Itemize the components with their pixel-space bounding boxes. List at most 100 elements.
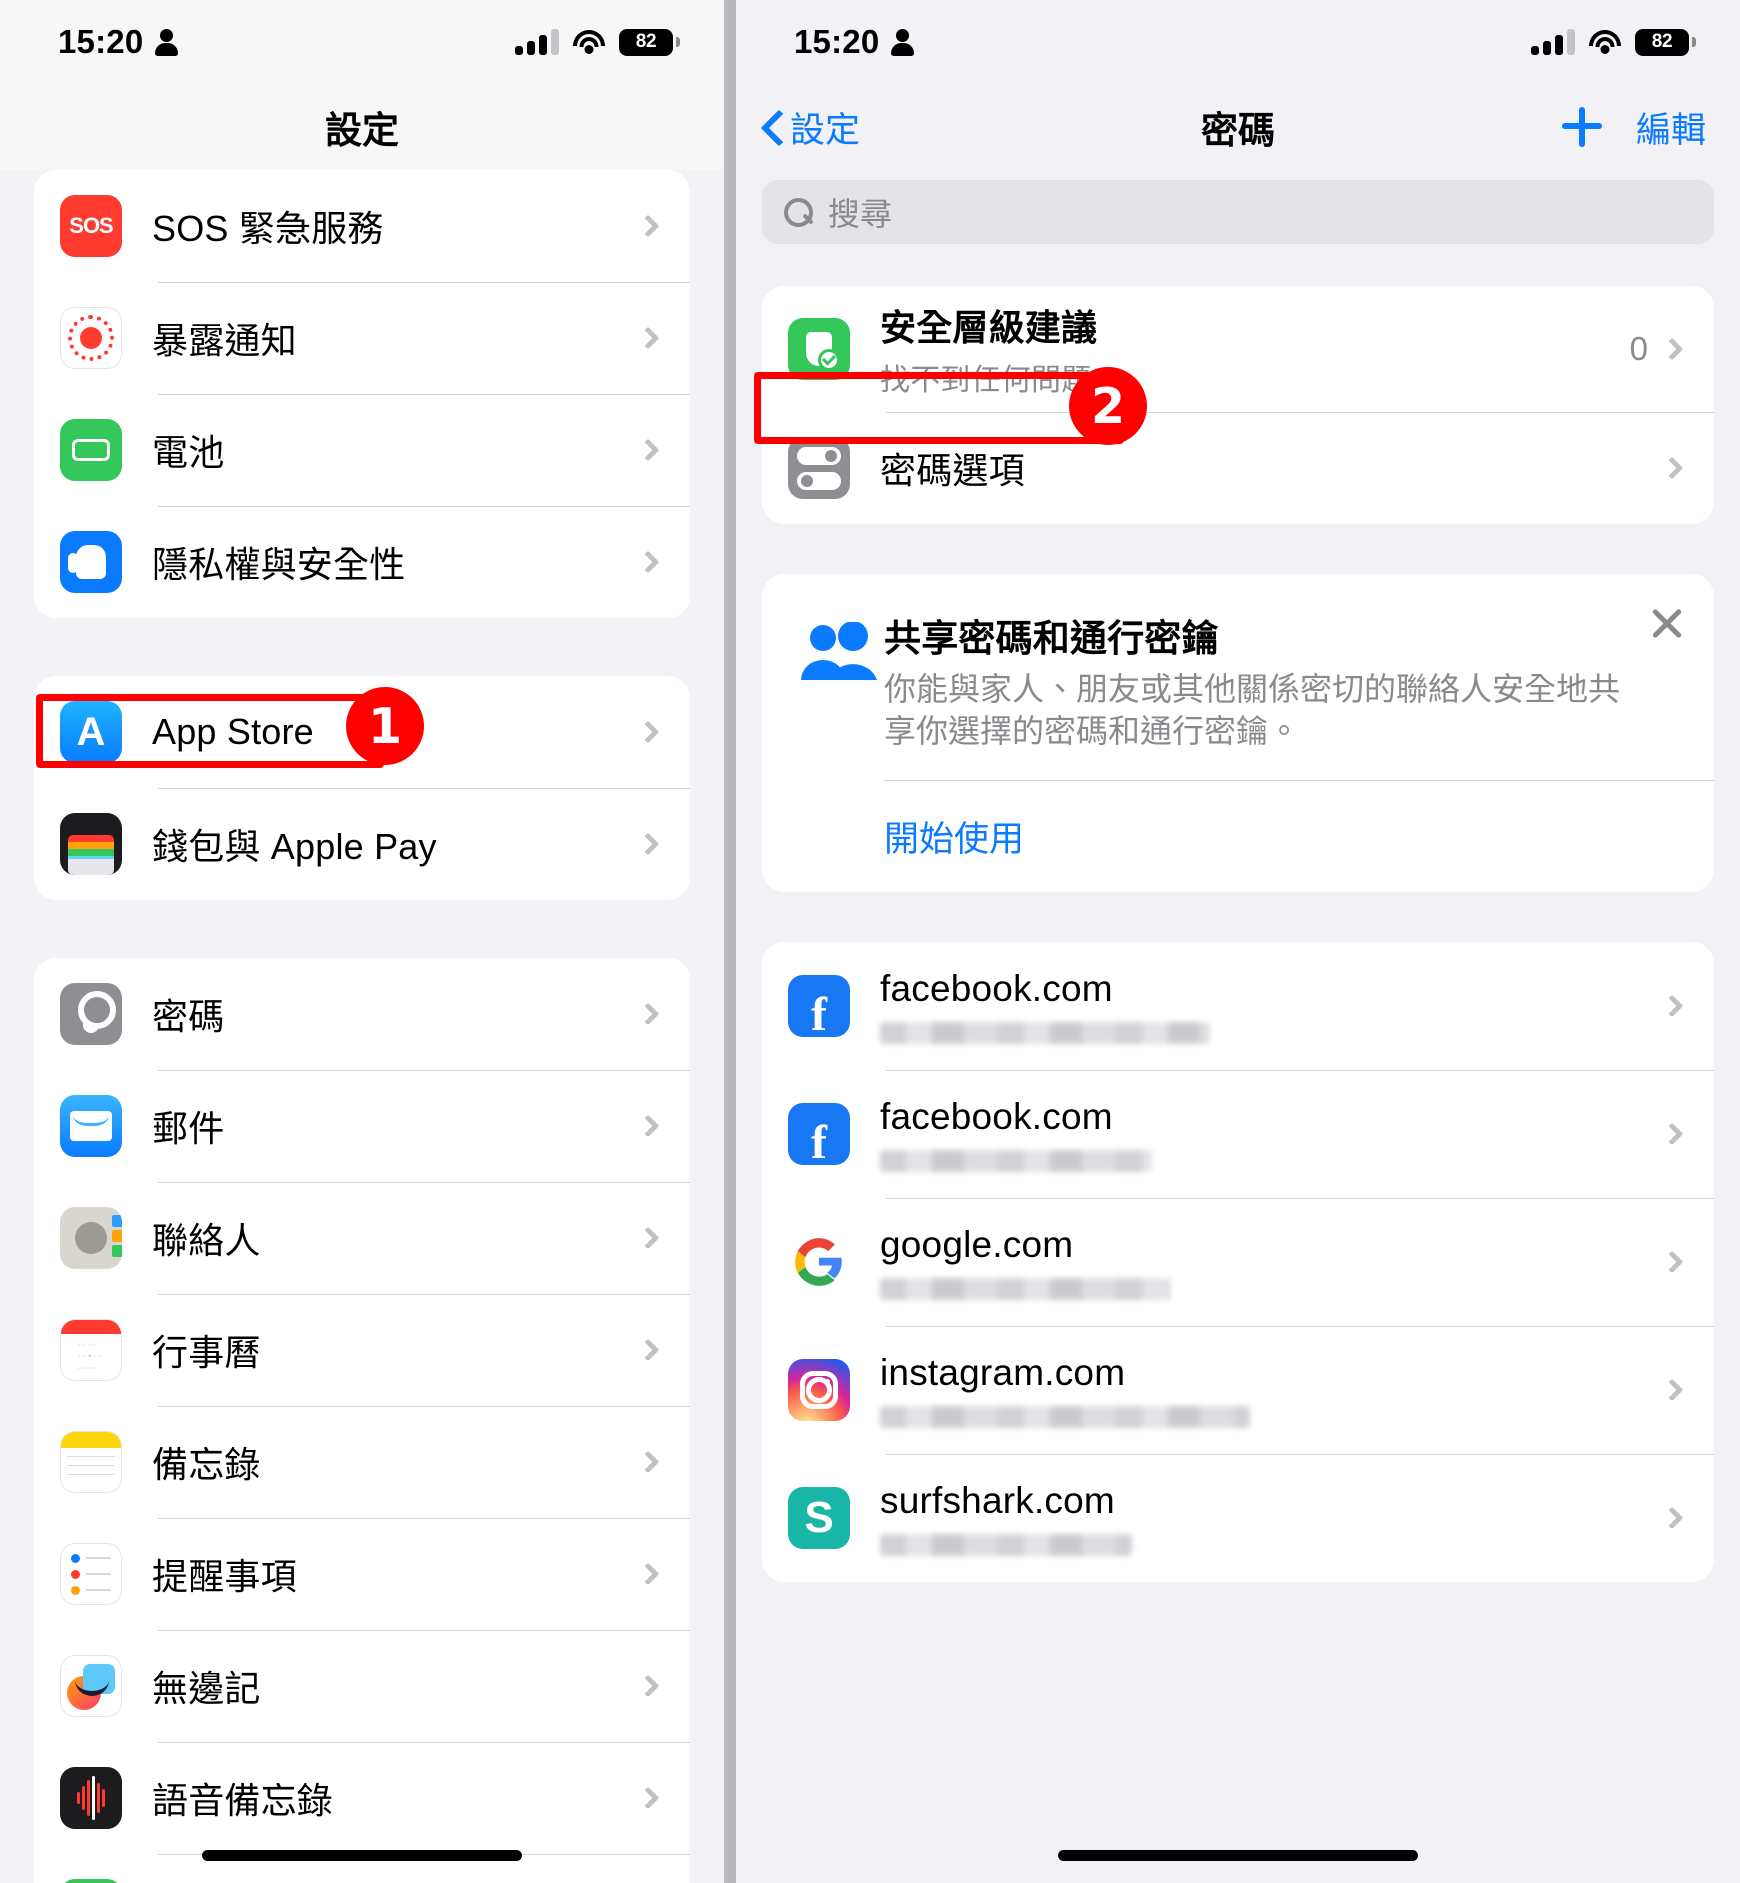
row-label: 電池 xyxy=(152,432,225,473)
chevron-right-icon xyxy=(1660,1507,1684,1530)
sos-icon: SOS xyxy=(60,195,122,257)
exposure-notification-icon xyxy=(60,307,122,369)
promo-body: 你能與家人、朋友或其他關係密切的聯絡人安全地共享你選擇的密碼和通行密鑰。 xyxy=(884,671,1621,750)
mail-icon xyxy=(60,1095,122,1157)
status-indicators-right: 82 xyxy=(1531,28,1696,56)
annotation-number-1: 1 xyxy=(346,687,424,765)
sidebar-item-notes[interactable]: 備忘錄 xyxy=(34,1406,690,1518)
screenshot-stage: 15:20 82 設定 SOS SOS 緊急服務 暴露通知 電池 隱私權與安全性… xyxy=(0,0,1740,1883)
people-icon xyxy=(792,608,884,752)
get-started-link[interactable]: 開始使用 xyxy=(762,781,1714,892)
phone-icon xyxy=(60,1879,122,1883)
list-item[interactable]: instagram.com xyxy=(762,1326,1714,1455)
list-item[interactable]: google.com xyxy=(762,1198,1714,1327)
list-item[interactable]: S surfshark.com xyxy=(762,1454,1714,1583)
chevron-right-icon xyxy=(1660,1251,1684,1274)
chevron-right-icon xyxy=(1660,337,1684,361)
back-label: 設定 xyxy=(790,110,861,150)
wifi-icon xyxy=(1589,30,1621,54)
chevron-right-icon xyxy=(636,1338,660,1362)
home-indicator xyxy=(1058,1850,1418,1861)
chevron-right-icon xyxy=(1660,1123,1684,1146)
sidebar-item-battery[interactable]: 電池 xyxy=(34,394,690,506)
sidebar-item-calendar[interactable]: ⋯⋯ ⋯•⋯ ⋯⋯ 行事曆 xyxy=(34,1294,690,1406)
account-credential-redacted xyxy=(880,1406,1250,1429)
account-credential-redacted xyxy=(880,1278,1170,1301)
sidebar-item-sos[interactable]: SOS SOS 緊急服務 xyxy=(34,170,690,282)
shared-passwords-promo-card: 共享密碼和通行密鑰 你能與家人、朋友或其他關係密切的聯絡人安全地共享你選擇的密碼… xyxy=(762,574,1714,893)
facebook-icon: f xyxy=(788,1103,850,1166)
wifi-icon xyxy=(573,30,605,54)
sidebar-item-exposure-notifications[interactable]: 暴露通知 xyxy=(34,282,690,394)
nav-actions: 編輯 xyxy=(1561,102,1706,153)
battery-cap xyxy=(676,37,680,47)
person-icon xyxy=(155,28,179,56)
status-bar-left: 15:20 82 xyxy=(0,0,724,84)
sidebar-item-wallet[interactable]: 錢包與 Apple Pay xyxy=(34,788,690,900)
back-button[interactable]: 設定 xyxy=(762,102,860,153)
google-icon xyxy=(788,1231,850,1294)
password-options-row[interactable]: 密碼選項 xyxy=(762,412,1714,524)
chevron-right-icon xyxy=(636,326,660,350)
status-time: 15:20 xyxy=(794,23,880,60)
row-label: 錢包與 Apple Pay xyxy=(152,826,437,867)
password-options-label: 密碼選項 xyxy=(880,450,1025,491)
instagram-icon xyxy=(788,1359,850,1422)
chevron-right-icon xyxy=(636,1674,660,1698)
sidebar-item-passwords[interactable]: 密碼 xyxy=(34,958,690,1070)
edit-button[interactable]: 編輯 xyxy=(1636,102,1706,153)
battery-percent: 82 xyxy=(619,28,673,56)
add-password-button[interactable] xyxy=(1561,107,1602,147)
chevron-right-icon xyxy=(1660,1379,1684,1402)
sidebar-item-contacts[interactable]: 聯絡人 xyxy=(34,1182,690,1294)
row-label: 密碼 xyxy=(152,996,225,1037)
account-domain: facebook.com xyxy=(880,968,1113,1010)
row-label: 備忘錄 xyxy=(152,1444,261,1485)
app-store-icon: A xyxy=(60,701,122,763)
account-credential-redacted xyxy=(880,1150,1152,1173)
contacts-icon xyxy=(60,1207,122,1269)
promo-header: 共享密碼和通行密鑰 你能與家人、朋友或其他關係密切的聯絡人安全地共享你選擇的密碼… xyxy=(762,574,1714,780)
settings-pane: 15:20 82 設定 SOS SOS 緊急服務 暴露通知 電池 隱私權與安全性… xyxy=(0,0,724,1883)
list-item[interactable]: f facebook.com xyxy=(762,942,1714,1071)
sidebar-item-reminders[interactable]: 提醒事項 xyxy=(34,1518,690,1630)
sidebar-item-privacy[interactable]: 隱私權與安全性 xyxy=(34,506,690,618)
chevron-right-icon xyxy=(636,720,660,744)
row-label: SOS 緊急服務 xyxy=(152,208,384,249)
row-label: 語音備忘錄 xyxy=(152,1780,334,1821)
sidebar-item-mail[interactable]: 郵件 xyxy=(34,1070,690,1182)
battery-status-icon: 82 xyxy=(1635,28,1696,56)
apps-settings-group: 密碼 郵件 聯絡人 ⋯⋯ ⋯•⋯ ⋯⋯ 行事曆 備忘錄 提醒事項 無邊記 語音備… xyxy=(34,958,690,1883)
surfshark-icon: S xyxy=(788,1487,850,1550)
security-count: 0 xyxy=(1629,330,1648,367)
passwords-pane: 15:20 82 設定 密碼 編輯 搜尋 安全層級建議 找不到任何問題 0 密碼… xyxy=(736,0,1740,1883)
row-label: 聯絡人 xyxy=(152,1220,261,1261)
person-icon xyxy=(891,28,915,56)
list-item[interactable]: f facebook.com xyxy=(762,1070,1714,1199)
battery-percent: 82 xyxy=(1635,28,1689,56)
close-icon[interactable] xyxy=(1648,604,1686,642)
notes-icon xyxy=(60,1431,122,1493)
sidebar-item-freeform[interactable]: 無邊記 xyxy=(34,1630,690,1742)
row-label: 隱私權與安全性 xyxy=(152,544,406,585)
promo-text: 共享密碼和通行密鑰 你能與家人、朋友或其他關係密切的聯絡人安全地共享你選擇的密碼… xyxy=(884,608,1684,752)
search-input[interactable]: 搜尋 xyxy=(762,180,1714,244)
chevron-right-icon xyxy=(636,1226,660,1250)
freeform-icon xyxy=(60,1655,122,1717)
chevron-right-icon xyxy=(636,1002,660,1026)
settings-scroll-area[interactable]: SOS SOS 緊急服務 暴露通知 電池 隱私權與安全性 A App Store… xyxy=(0,170,724,1883)
security-recommendations-row[interactable]: 安全層級建議 找不到任何問題 0 xyxy=(762,286,1714,412)
passwords-nav-bar: 設定 密碼 編輯 xyxy=(736,84,1740,170)
voice-memos-icon xyxy=(60,1767,122,1829)
status-time-group: 15:20 xyxy=(58,23,179,61)
sidebar-item-voice-memos[interactable]: 語音備忘錄 xyxy=(34,1742,690,1854)
chevron-right-icon xyxy=(636,1562,660,1586)
status-time: 15:20 xyxy=(58,23,144,60)
row-label: 無邊記 xyxy=(152,1668,261,1709)
chevron-right-icon xyxy=(636,1450,660,1474)
